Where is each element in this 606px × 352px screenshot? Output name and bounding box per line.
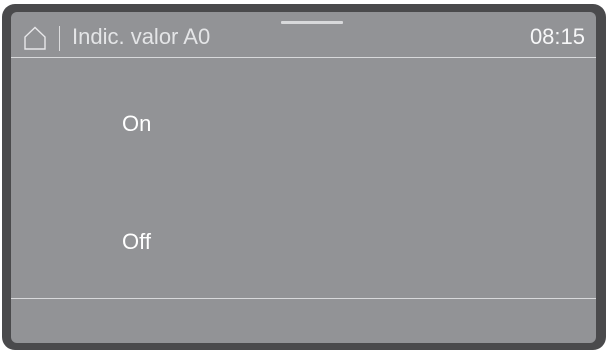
header-divider — [59, 26, 60, 51]
header-separator-line — [11, 57, 596, 58]
display-screen: Indic. valor A0 08:15 On Off — [11, 12, 596, 343]
header-bar: Indic. valor A0 08:15 — [11, 12, 596, 57]
clock: 08:15 — [529, 24, 585, 49]
option-on[interactable]: On — [122, 111, 151, 137]
page-title: Indic. valor A0 — [72, 24, 211, 49]
footer-separator-line — [11, 298, 596, 299]
option-off[interactable]: Off — [122, 229, 151, 255]
device-bezel: Indic. valor A0 08:15 On Off — [2, 4, 606, 350]
home-icon[interactable] — [23, 26, 47, 50]
